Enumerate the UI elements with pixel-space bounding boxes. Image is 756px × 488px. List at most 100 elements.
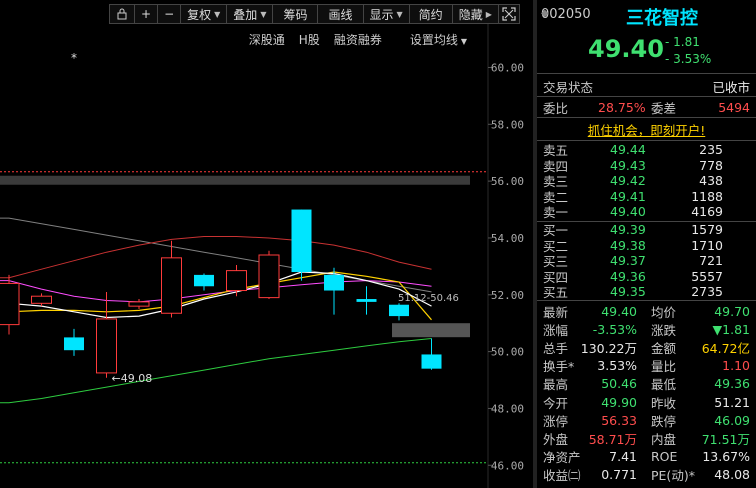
lock-button[interactable] <box>109 4 135 24</box>
ask-row[interactable]: 卖五 49.44 235 <box>543 142 750 158</box>
ma-value-annotation: 51.12-50.46 <box>398 293 459 304</box>
bid-row[interactable]: 买四 49.36 5557 <box>543 268 750 285</box>
bid-label: 买五 <box>543 285 569 301</box>
candle-body <box>421 354 442 369</box>
ask-row[interactable]: 卖一 49.40 4169 <box>543 204 750 221</box>
h-share-link[interactable]: H股 <box>299 31 320 48</box>
stat-label: PE(动)* <box>651 468 695 484</box>
candle-body <box>96 318 117 374</box>
ask-row[interactable]: 卖三 49.42 438 <box>543 173 750 189</box>
draw-line-label: 画线 <box>328 7 353 22</box>
candle-body <box>226 270 247 292</box>
kline-chart[interactable]: 60.00 58.00 56.00 54.00 52.00 50.00 48.00 46.00… <box>0 0 533 488</box>
stat-row: 最高 50.46 最低 49.36 <box>543 375 750 393</box>
candle-body <box>64 337 84 351</box>
zoom-out-label: − <box>164 7 175 21</box>
bid-row[interactable]: 买二 49.38 1710 <box>543 237 750 254</box>
simple-label: 简约 <box>418 7 443 22</box>
y-axis-label: 56.00 <box>491 175 524 188</box>
draw-line-button[interactable]: 画线 <box>317 4 364 24</box>
stat-label: 金额 <box>651 340 677 356</box>
zoom-in-button[interactable]: + <box>134 4 159 24</box>
kline-chart-area[interactable]: 60.00 58.00 56.00 54.00 52.00 50.00 48.00 46.00… <box>0 0 533 488</box>
display-button[interactable]: 显示 ▼ <box>362 4 410 24</box>
chips-button[interactable]: 筹码 <box>272 4 319 24</box>
bid-price: 49.37 <box>610 253 646 269</box>
stat-label: 净资产 <box>543 450 581 466</box>
stat-value: 130.22万 <box>580 340 637 356</box>
trade-status-value: 已收市 <box>712 79 750 95</box>
hide-button[interactable]: 隐藏 ▶ <box>451 4 499 24</box>
stat-row: 最新 49.40 均价 49.70 <box>543 302 750 320</box>
y-axis-label: 46.00 <box>491 459 524 472</box>
zoom-out-button[interactable]: − <box>157 4 182 24</box>
y-axis-label: 60.00 <box>491 61 524 74</box>
candle-body <box>0 282 20 326</box>
overlay-label: 叠加 <box>233 7 258 22</box>
chart-subbar: 深股通 H股 融资融券 设置均线 ▼ <box>235 31 467 48</box>
adjust-button[interactable]: 复权 ▼ <box>180 4 228 24</box>
chevron-down-icon: ▼ <box>260 9 267 19</box>
divider <box>537 117 756 118</box>
stat-label: 外盘 <box>543 431 569 447</box>
bid-row[interactable]: 买五 49.35 2735 <box>543 284 750 301</box>
adjust-label: 复权 <box>187 7 212 22</box>
ask-label: 卖一 <box>543 205 569 221</box>
open-account-link[interactable]: 抓住机会，即刻开户! <box>588 120 706 139</box>
simple-button[interactable]: 简约 <box>408 4 453 24</box>
stat-value: 13.67% <box>702 449 750 465</box>
candle-body <box>389 304 409 317</box>
star-marker: * <box>71 51 77 65</box>
stat-row: 今开 49.90 昨收 51.21 <box>543 393 750 411</box>
stat-label: 最高 <box>543 377 569 393</box>
promo-banner[interactable]: 抓住机会，即刻开户! <box>543 120 750 138</box>
stat-value: 71.51万 <box>701 431 750 447</box>
overlay-button[interactable]: 叠加 ▼ <box>226 4 274 24</box>
stat-label: 最新 <box>543 304 569 320</box>
ask-volume: 438 <box>699 173 723 189</box>
ask-price: 49.40 <box>610 204 646 220</box>
shenzhen-connect-link[interactable]: 深股通 <box>249 31 285 48</box>
stock-name[interactable]: 三花智控 <box>626 4 698 30</box>
ask-row[interactable]: 卖二 49.41 1188 <box>543 188 750 205</box>
bid-volume: 5557 <box>691 268 723 284</box>
price-change: - 1.81 <box>665 35 700 49</box>
margin-trading-link[interactable]: 融资融券 <box>334 31 382 48</box>
bid-volume: 1710 <box>691 237 723 253</box>
ma-settings-button[interactable]: 设置均线 ▼ <box>396 31 467 48</box>
bid-volume: 721 <box>699 253 723 269</box>
bid-row[interactable]: 买三 49.37 721 <box>543 253 750 269</box>
ask-volume: 1188 <box>691 188 723 204</box>
candle-body <box>291 209 312 273</box>
stat-value: 1.10 <box>722 358 750 374</box>
ask-volume: 778 <box>699 157 723 173</box>
y-axis-label: 48.00 <box>491 402 524 415</box>
divider <box>537 96 756 97</box>
y-axis-label: 58.00 <box>491 118 524 131</box>
stat-label: 今开 <box>543 395 569 411</box>
divider <box>537 140 756 141</box>
bid-row[interactable]: 买一 49.39 1579 <box>543 222 750 238</box>
chevron-down-icon: ▼ <box>214 9 221 19</box>
stat-row: 外盘 58.71万 内盘 71.51万 <box>543 429 750 447</box>
stat-label: ROE <box>651 449 678 465</box>
ask-row[interactable]: 卖四 49.43 778 <box>543 157 750 174</box>
chips-label: 筹码 <box>283 7 308 22</box>
stat-label: 涨幅 <box>543 322 569 338</box>
ask-price: 49.44 <box>610 142 646 157</box>
stat-value: 49.40 <box>601 303 637 319</box>
bid-price: 49.39 <box>610 222 646 237</box>
ask-price: 49.42 <box>610 173 646 189</box>
stat-label: 最低 <box>651 377 677 393</box>
stat-value: 58.71万 <box>588 431 637 447</box>
chevron-down-icon: ▼ <box>396 9 403 19</box>
stat-value: 56.33 <box>601 412 637 428</box>
ask-price: 49.43 <box>610 157 646 173</box>
stat-label: 均价 <box>651 304 677 320</box>
stat-label: 跌停 <box>651 413 677 429</box>
y-axis-label: 54.00 <box>491 232 524 245</box>
expand-button[interactable] <box>497 4 520 24</box>
candle-body <box>31 295 52 304</box>
order-ratio-value: 28.75% <box>598 99 646 115</box>
divider <box>537 300 756 301</box>
